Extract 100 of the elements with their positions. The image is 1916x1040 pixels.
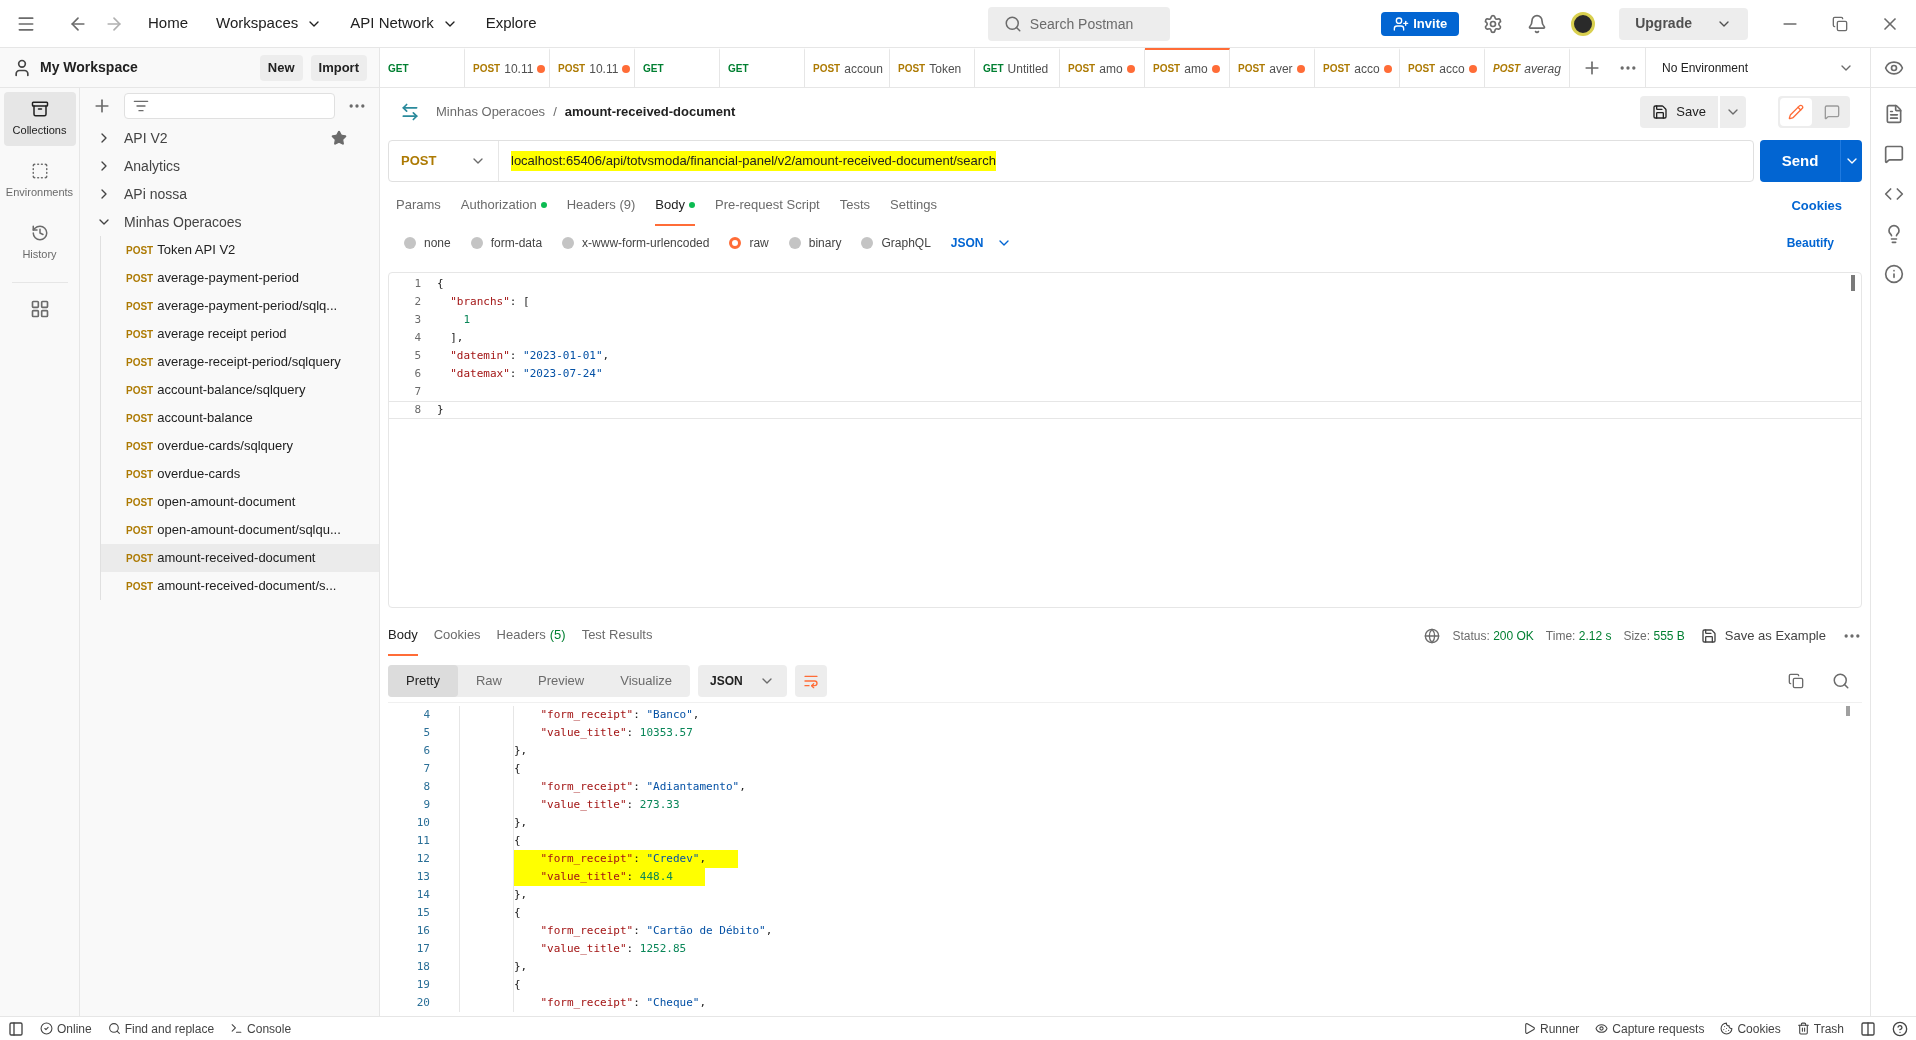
- rail-item[interactable]: Collections: [3, 92, 76, 146]
- status-bar-item[interactable]: Capture requests: [1595, 1019, 1705, 1038]
- beautify-link[interactable]: Beautify: [1786, 234, 1834, 252]
- sidebar-toggle-icon[interactable]: [8, 1020, 24, 1037]
- request-option-tab[interactable]: Settings: [890, 186, 938, 226]
- request-tab[interactable]: POST averag: [1485, 48, 1570, 87]
- request-item[interactable]: POST Token API V2: [101, 236, 379, 264]
- comments-icon[interactable]: [1883, 144, 1904, 164]
- body-type-radio[interactable]: GraphQL: [861, 234, 931, 252]
- view-option[interactable]: Raw: [457, 665, 520, 697]
- request-tab[interactable]: POST Token: [890, 48, 975, 87]
- view-option[interactable]: Pretty: [388, 665, 458, 697]
- request-tab[interactable]: GET Untitled: [975, 48, 1060, 87]
- request-tab[interactable]: GET: [380, 48, 465, 87]
- request-option-tab[interactable]: Params: [396, 186, 441, 226]
- search-field[interactable]: Search Postman: [987, 6, 1170, 41]
- nav-link[interactable]: API Network: [350, 12, 458, 35]
- format-select[interactable]: JSON: [950, 234, 1012, 252]
- info-icon[interactable]: [1883, 264, 1904, 284]
- request-option-tab[interactable]: Tests: [839, 186, 871, 226]
- request-tab[interactable]: POST acco: [1315, 48, 1400, 87]
- nav-link[interactable]: Home: [148, 12, 188, 35]
- filter-field[interactable]: [124, 93, 335, 119]
- view-option[interactable]: Preview: [520, 665, 603, 697]
- workspace-button[interactable]: New: [259, 54, 303, 81]
- rail-item[interactable]: History: [3, 216, 76, 270]
- settings-icon[interactable]: [1483, 13, 1504, 34]
- collection-item[interactable]: Analytics: [80, 152, 379, 180]
- layout-icon[interactable]: [1860, 1020, 1876, 1037]
- upgrade-button[interactable]: Upgrade: [1619, 7, 1748, 40]
- breadcrumb-parent[interactable]: Minhas Operacoes: [436, 102, 546, 122]
- add-apps-icon[interactable]: [29, 299, 50, 319]
- collection-item[interactable]: Minhas Operacoes: [80, 208, 379, 236]
- request-item[interactable]: POST account-balance: [101, 404, 379, 432]
- restore-icon[interactable]: [1832, 15, 1848, 32]
- nav-link[interactable]: Workspaces: [216, 12, 323, 35]
- size-readout[interactable]: Size: 555 B: [1623, 627, 1685, 645]
- response-tab[interactable]: Test Results: [581, 616, 653, 656]
- request-item[interactable]: POST average-payment-period: [101, 264, 379, 292]
- request-option-tab[interactable]: Headers (9): [566, 186, 636, 226]
- request-item[interactable]: POST amount-received-document/s...: [101, 572, 379, 600]
- status-bar-item[interactable]: Console: [230, 1019, 292, 1038]
- request-item[interactable]: POST overdue-cards: [101, 460, 379, 488]
- request-tab[interactable]: POST acco: [1400, 48, 1485, 87]
- response-format-select[interactable]: JSON: [698, 665, 787, 697]
- view-option[interactable]: Visualize: [602, 665, 691, 697]
- workspace-button[interactable]: Import: [310, 54, 367, 81]
- request-tab[interactable]: GET: [635, 48, 720, 87]
- collection-item[interactable]: API V2: [80, 124, 379, 152]
- request-item[interactable]: POST open-amount-document: [101, 488, 379, 516]
- body-type-radio[interactable]: x-www-form-urlencoded: [562, 234, 710, 252]
- invite-button[interactable]: Invite: [1381, 11, 1460, 36]
- response-tab[interactable]: Body: [388, 616, 418, 656]
- status-bar-item[interactable]: Cookies: [1720, 1019, 1781, 1038]
- request-item[interactable]: POST average-receipt-period/sqlquery: [101, 348, 379, 376]
- wrap-button[interactable]: [794, 665, 827, 697]
- copy-icon[interactable]: [1788, 673, 1804, 689]
- save-button[interactable]: Save: [1640, 96, 1718, 128]
- response-tab[interactable]: Cookies: [433, 616, 481, 656]
- request-tab[interactable]: GET: [720, 48, 805, 87]
- response-tab[interactable]: Headers (5): [496, 616, 566, 656]
- url-bar[interactable]: POST localhost:65406/api/totvsmoda/financial-panel/v2/amount-received-document/search: [388, 140, 1754, 182]
- cookies-link[interactable]: Cookies: [1791, 196, 1842, 216]
- body-type-radio[interactable]: none: [404, 234, 451, 252]
- status-bar-item[interactable]: Online: [40, 1019, 92, 1038]
- request-tab[interactable]: POST aver: [1230, 48, 1315, 87]
- request-item[interactable]: POST account-balance/sqlquery: [101, 376, 379, 404]
- request-tab[interactable]: POST amo: [1145, 48, 1230, 87]
- request-tab[interactable]: POST 10.11: [465, 48, 550, 87]
- request-item[interactable]: POST amount-received-document: [101, 544, 379, 572]
- request-item[interactable]: POST average-payment-period/sqlq...: [101, 292, 379, 320]
- help-icon[interactable]: [1892, 1020, 1908, 1037]
- request-option-tab[interactable]: Body: [655, 186, 695, 226]
- nav-link[interactable]: Explore: [485, 12, 537, 35]
- status-readout[interactable]: Status: 200 OK: [1452, 627, 1534, 645]
- body-type-radio[interactable]: form-data: [470, 234, 543, 252]
- time-readout[interactable]: Time: 2.12 s: [1545, 627, 1612, 645]
- request-item[interactable]: POST average receipt period: [101, 320, 379, 348]
- rail-item[interactable]: Environments: [3, 154, 76, 208]
- request-item[interactable]: POST open-amount-document/sqlqu...: [101, 516, 379, 544]
- star-icon[interactable]: [331, 130, 347, 146]
- bell-icon[interactable]: [1527, 13, 1548, 34]
- status-bar-item[interactable]: Trash: [1796, 1019, 1844, 1038]
- status-bar-item[interactable]: Find and replace: [107, 1019, 215, 1038]
- collection-item[interactable]: APi nossa: [80, 180, 379, 208]
- send-button[interactable]: Send: [1760, 140, 1840, 182]
- mode-button[interactable]: [1780, 98, 1812, 126]
- search-icon[interactable]: [1832, 672, 1850, 690]
- request-tab[interactable]: POST accoun: [805, 48, 890, 87]
- save-example-button[interactable]: Save as Example: [1700, 626, 1826, 646]
- request-tab[interactable]: POST 10.11: [550, 48, 635, 87]
- request-editor[interactable]: 1 { 2 "branchs": [ 3 1 4 ], 5 "datemin": "2023-01-01", 6 "datemax": "2023-07-24" 7 8 }: [388, 272, 1862, 608]
- avatar[interactable]: [1571, 11, 1596, 36]
- method-select[interactable]: POST: [389, 141, 499, 181]
- request-item[interactable]: POST overdue-cards/sqlquery: [101, 432, 379, 460]
- request-option-tab[interactable]: Authorization: [460, 186, 547, 226]
- status-bar-item[interactable]: Runner: [1523, 1019, 1580, 1038]
- environment-select[interactable]: No Environment: [1645, 48, 1870, 87]
- body-type-radio[interactable]: binary: [788, 234, 842, 252]
- body-type-radio[interactable]: raw: [729, 234, 769, 252]
